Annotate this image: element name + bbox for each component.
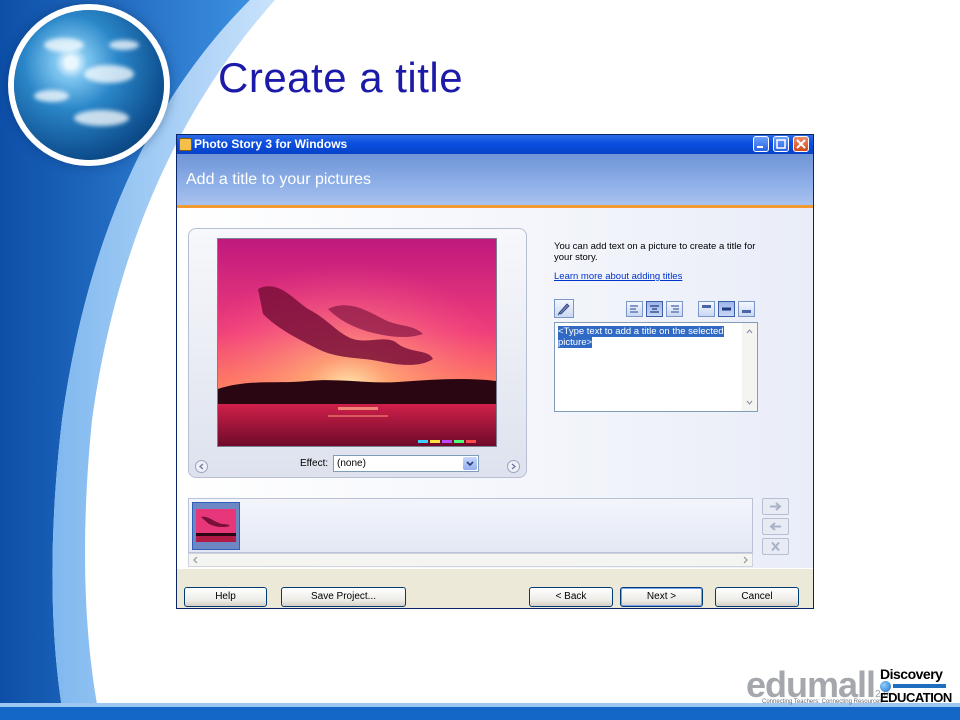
picture-filmstrip (188, 498, 753, 553)
dropdown-arrow-button[interactable] (463, 457, 477, 470)
title-text-input[interactable]: <Type text to add a title on the selecte… (554, 322, 758, 412)
font-pencil-icon (557, 303, 570, 316)
photo-story-window: Photo Story 3 for Windows Add a title to… (176, 134, 814, 609)
title-text-scrollbar[interactable] (742, 323, 757, 411)
minimize-icon (757, 146, 763, 148)
earth-globe-image (14, 10, 164, 160)
edumall-logo: edumall2.0 (746, 667, 889, 713)
help-button[interactable]: Help (184, 587, 267, 607)
chevron-left-icon (198, 463, 204, 470)
window-title-bar[interactable]: Photo Story 3 for Windows (177, 135, 813, 154)
photo-story-app-icon (179, 138, 192, 151)
position-bottom-button[interactable] (738, 301, 755, 317)
filmstrip-thumbnail[interactable] (192, 502, 240, 550)
next-button[interactable]: Next > (620, 587, 703, 607)
effect-dropdown[interactable]: (none) (333, 455, 479, 472)
scroll-left-icon[interactable] (191, 555, 201, 565)
close-button[interactable] (793, 136, 809, 152)
move-picture-left-button[interactable] (762, 518, 789, 535)
minimize-button[interactable] (753, 136, 769, 152)
picture-preview-panel: Effect: (none) (188, 228, 527, 478)
effect-label: Effect: (300, 458, 329, 469)
x-icon (771, 541, 780, 552)
filmstrip-scrollbar[interactable] (188, 553, 753, 567)
sunset-photo (218, 239, 496, 446)
previous-picture-button[interactable] (195, 460, 208, 473)
align-left-button[interactable] (626, 301, 643, 317)
align-right-icon (671, 305, 679, 313)
position-middle-icon (722, 307, 731, 311)
education-wordmark: EDUCATION (880, 690, 952, 705)
arrow-left-icon (769, 522, 781, 531)
align-center-icon (650, 305, 659, 313)
save-project-button[interactable]: Save Project... (281, 587, 406, 607)
effect-value: (none) (337, 458, 366, 469)
scroll-right-icon[interactable] (740, 555, 750, 565)
scroll-up-icon[interactable] (744, 326, 755, 337)
align-center-button[interactable] (646, 301, 663, 317)
close-icon (796, 139, 806, 149)
step-heading: Add a title to your pictures (186, 171, 371, 188)
learn-more-link[interactable]: Learn more about adding titles (554, 271, 682, 282)
back-button[interactable]: < Back (529, 587, 613, 607)
wizard-button-bar: Help Save Project... < Back Next > Cance… (177, 568, 813, 608)
title-text-placeholder: <Type text to add a title on the selecte… (558, 326, 724, 348)
step-header: Add a title to your pictures (177, 154, 813, 208)
position-bottom-icon (742, 310, 751, 313)
help-text: You can add text on a picture to create … (554, 241, 756, 263)
position-top-button[interactable] (698, 301, 715, 317)
cancel-button[interactable]: Cancel (715, 587, 799, 607)
main-content: Effect: (none) You can add text on a pic… (177, 208, 813, 568)
arrow-right-icon (770, 502, 782, 511)
sunset-thumbnail-image (196, 509, 236, 542)
chevron-right-icon (511, 463, 517, 470)
scroll-down-icon[interactable] (744, 397, 755, 408)
font-button[interactable] (554, 299, 574, 318)
sunset-preview-image (217, 238, 497, 447)
maximize-button[interactable] (773, 136, 789, 152)
position-top-icon (702, 305, 711, 308)
position-middle-button[interactable] (718, 301, 735, 317)
discovery-bar (893, 684, 946, 688)
next-picture-button[interactable] (507, 460, 520, 473)
discovery-wordmark: Discovery (880, 666, 943, 682)
align-right-button[interactable] (666, 301, 683, 317)
move-picture-right-button[interactable] (762, 498, 789, 515)
align-left-icon (630, 305, 638, 313)
maximize-icon (776, 139, 786, 149)
chevron-down-icon (466, 461, 474, 467)
window-title: Photo Story 3 for Windows (194, 137, 348, 151)
slide-title: Create a title (218, 54, 464, 101)
remove-picture-button[interactable] (762, 538, 789, 555)
discovery-education-logo: Discovery EDUCATION (880, 666, 952, 710)
edumall-tagline: Connecting Teachers: Connecting Resource… (762, 699, 883, 705)
